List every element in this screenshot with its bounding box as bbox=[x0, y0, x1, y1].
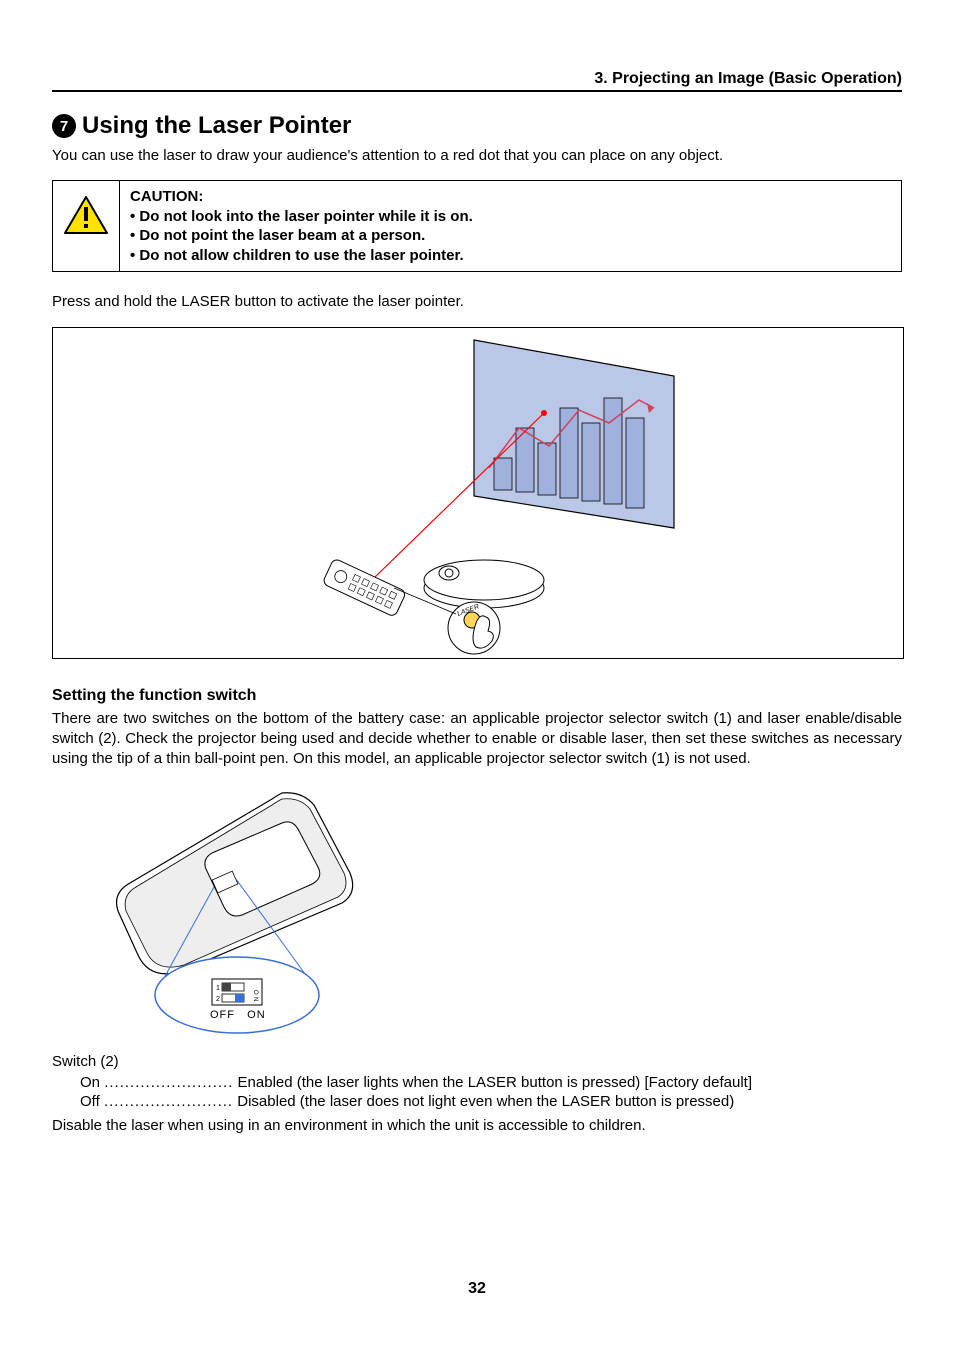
function-switch-paragraph: There are two switches on the bottom of … bbox=[52, 709, 902, 770]
laser-diagram-svg: LASER bbox=[53, 328, 903, 658]
off-label: OFF bbox=[210, 1009, 235, 1021]
laser-pointer-figure: LASER bbox=[52, 327, 904, 659]
def-on-desc: Enabled (the laser lights when the LASER… bbox=[238, 1074, 752, 1091]
off-on-labels: OFF ON bbox=[210, 1009, 266, 1021]
caution-bullet: Do not point the laser beam at a person. bbox=[130, 226, 891, 246]
switch-2-number: 2 bbox=[216, 996, 220, 1003]
function-switch-heading: Setting the function switch bbox=[52, 687, 902, 705]
switch-on-side-label-bot: N bbox=[252, 997, 258, 1001]
def-off-desc: Disabled (the laser does not light even … bbox=[237, 1093, 734, 1110]
caution-bullet: Do not look into the laser pointer while… bbox=[130, 207, 891, 227]
warning-icon bbox=[63, 195, 109, 235]
caution-title: CAUTION: bbox=[130, 187, 891, 207]
section-number-badge: 7 bbox=[52, 114, 76, 138]
definition-on: On ......................... Enabled (th… bbox=[80, 1074, 902, 1091]
on-label: ON bbox=[247, 1009, 266, 1021]
def-off-dots: ......................... bbox=[104, 1093, 233, 1110]
switch-1-number: 1 bbox=[216, 985, 220, 992]
header-rule: 3. Projecting an Image (Basic Operation) bbox=[52, 70, 902, 92]
caution-icon-cell bbox=[53, 181, 119, 249]
caution-box: CAUTION: Do not look into the laser poin… bbox=[52, 180, 902, 272]
switch-on-side-label-top: O bbox=[252, 990, 258, 995]
remote-back-figure: 1 2 O N OFF ON bbox=[102, 783, 362, 1043]
section-heading: 7 Using the Laser Pointer bbox=[52, 112, 902, 140]
chapter-title: 3. Projecting an Image (Basic Operation) bbox=[52, 70, 902, 90]
page-number: 32 bbox=[0, 1280, 954, 1298]
switch-2-label: Switch (2) bbox=[52, 1053, 902, 1070]
remote-back-svg: 1 2 O N bbox=[102, 783, 362, 1043]
press-hold-text: Press and hold the LASER button to activ… bbox=[52, 292, 902, 312]
intro-paragraph: You can use the laser to draw your audie… bbox=[52, 146, 902, 166]
disable-note: Disable the laser when using in an envir… bbox=[52, 1116, 902, 1136]
definition-off: Off ......................... Disabled (… bbox=[80, 1093, 902, 1110]
section-title: Using the Laser Pointer bbox=[82, 112, 351, 140]
caution-text: CAUTION: Do not look into the laser poin… bbox=[119, 181, 901, 271]
caution-bullets: Do not look into the laser pointer while… bbox=[130, 207, 891, 266]
page-container: 3. Projecting an Image (Basic Operation)… bbox=[0, 0, 954, 1348]
def-on-dots: ......................... bbox=[104, 1074, 233, 1091]
def-off-label: Off bbox=[80, 1093, 100, 1110]
caution-bullet: Do not allow children to use the laser p… bbox=[130, 246, 891, 266]
def-on-label: On bbox=[80, 1074, 100, 1091]
